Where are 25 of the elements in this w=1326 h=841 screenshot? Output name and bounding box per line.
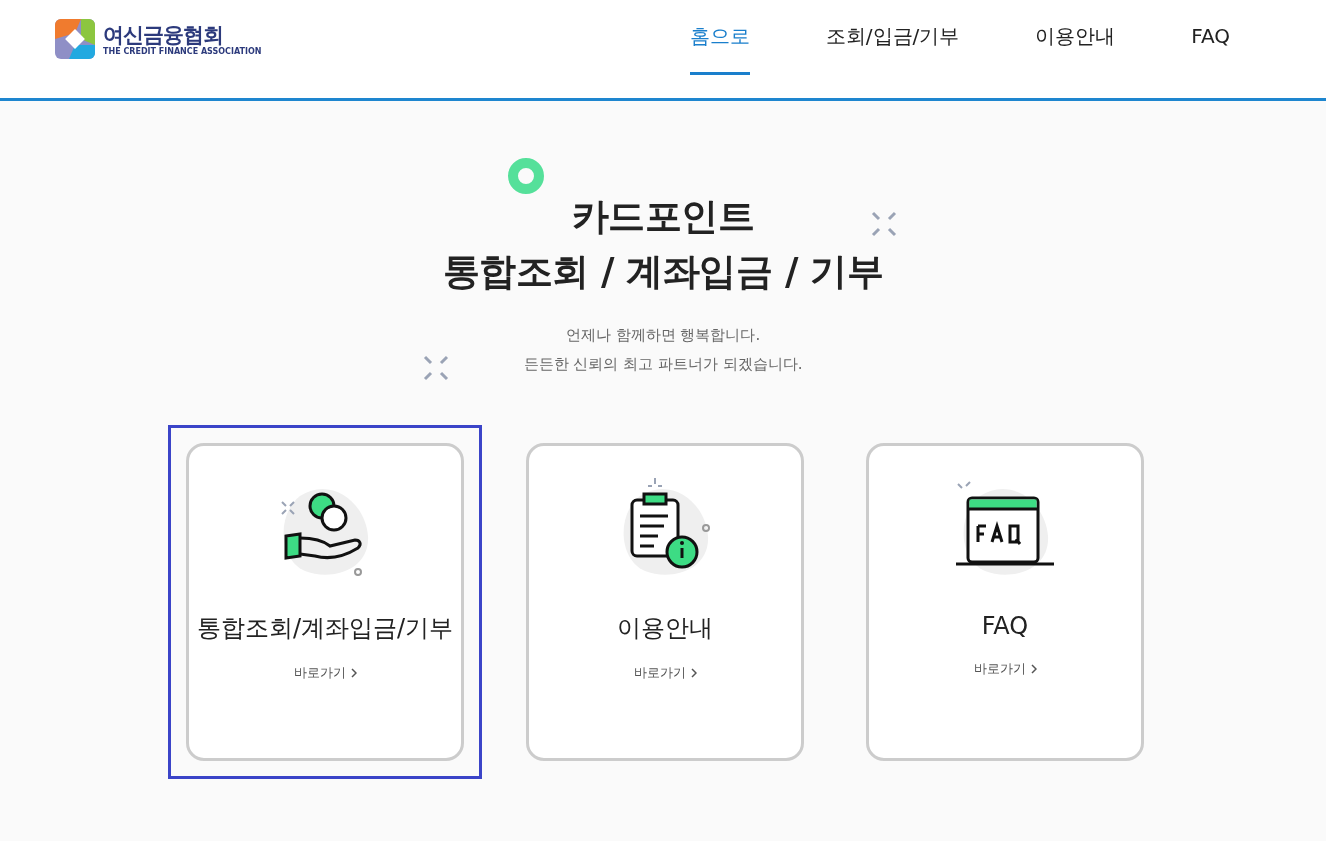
card-title: 이용안내: [617, 613, 713, 644]
logo-icon: [55, 19, 95, 59]
card-title: FAQ: [981, 612, 1029, 640]
menu-card[interactable]: 이용안내 바로가기: [526, 443, 804, 761]
nav-link[interactable]: 홈으로: [689, 0, 750, 75]
nav-link[interactable]: 조회/입금/기부: [825, 0, 960, 75]
menu-card[interactable]: 통합조회/계좌입금/기부 바로가기: [186, 443, 464, 761]
chevron-right-icon: [350, 668, 357, 678]
logo-subtitle: THE CREDIT FINANCE ASSOCIATION: [103, 46, 262, 56]
card-link: 바로가기: [293, 664, 346, 682]
hero-subtitle: 언제나 함께하면 행복합니다. 든든한 신뢰의 최고 파트너가 되겠습니다.: [523, 325, 803, 375]
ring-icon: [507, 157, 545, 195]
card-title: 통합조회/계좌입금/기부: [196, 613, 454, 644]
nav-link[interactable]: FAQ: [1191, 0, 1230, 75]
sparkle-icon: [871, 211, 897, 237]
logo-name: 여신금융협회: [103, 22, 224, 47]
sparkle-icon: [423, 355, 449, 381]
chevron-right-icon: [1030, 664, 1037, 674]
card-link: 바로가기: [973, 660, 1026, 678]
hero-title-line: 통합조회 / 계좌입금 / 기부: [442, 249, 884, 295]
menu-card[interactable]: FAQ 바로가기: [866, 443, 1144, 761]
chevron-right-icon: [690, 668, 697, 678]
card-link: 바로가기: [633, 664, 686, 682]
nav-link[interactable]: 이용안내: [1035, 0, 1116, 75]
hero-title-line: 카드포인트: [571, 194, 755, 240]
